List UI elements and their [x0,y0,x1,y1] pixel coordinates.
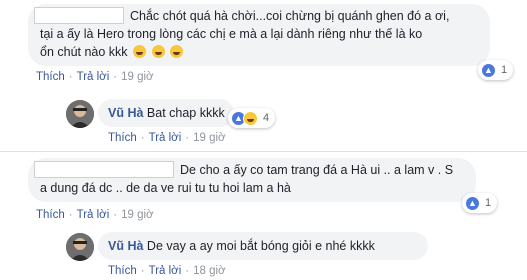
reply-text: Vũ Hà Bat chap kkkk [108,105,225,121]
avatar-image [66,233,94,261]
comment-actions: Thích · Trả lời · 19 giờ [108,132,226,144]
comment-actions: Thích · Trả lời · 18 giờ [108,265,226,277]
haha-icon [243,110,258,126]
like-icon: ▲ [481,62,496,78]
reaction-count: 1 [501,64,508,76]
divider [0,151,527,152]
reply-body: De vay a ay moi bắt bóng giỏi e nhé kkkk [146,239,375,253]
redacted-author-name [34,161,174,178]
reaction-summary[interactable]: ▲ 1 [478,60,514,80]
reply-link[interactable]: Trả lời [149,265,182,277]
laughing-tears-emoji [133,45,147,58]
timestamp[interactable]: 19 giờ [121,71,153,83]
reply-link[interactable]: Trả lời [77,71,110,83]
timestamp[interactable]: 19 giờ [193,132,225,144]
comment-text-line: a dung đá dc .. de da ve rui tu tu hoi l… [40,181,291,195]
laughing-tears-emoji [170,45,184,58]
reaction-count: 1 [485,197,492,209]
reply-body: Bat chap kkkk [146,106,225,120]
reply-link[interactable]: Trả lời [149,132,182,144]
comment-actions: Thích · Trả lời · 19 giờ [36,209,154,221]
reply-text: Vũ Hà De vay a ay moi bắt bóng giỏi e nh… [108,238,375,254]
reaction-count: 4 [263,112,270,124]
reaction-summary[interactable]: ▲ 4 [228,108,276,128]
avatar[interactable] [66,233,94,261]
comment-text-line: tại a ấy là Hero trong lòng các chị e mà… [40,27,423,41]
timestamp[interactable]: 19 giờ [121,209,153,221]
comment-text-line: ổn chút nào kkk [40,44,184,60]
author-name[interactable]: Vũ Hà [108,106,143,120]
laughing-tears-emoji [151,45,165,58]
reaction-summary[interactable]: ▲ 1 [462,193,498,213]
comment-text-line: Chắc chót quá hà chời...coi chừng bị quá… [130,9,450,23]
reply-link[interactable]: Trả lời [77,209,110,221]
avatar-image [66,100,94,128]
comment-text-fragment: ổn chút nào kkk [40,45,128,59]
comment-text-line: De cho a ấy co tam trang đá a Hà ui .. a… [180,163,454,177]
like-link[interactable]: Thích [36,71,65,83]
author-name[interactable]: Vũ Hà [108,239,143,253]
comment-actions: Thích · Trả lời · 19 giờ [36,71,154,83]
like-link[interactable]: Thích [36,209,65,221]
like-link[interactable]: Thích [108,132,137,144]
comment-thread: Chắc chót quá hà chời...coi chừng bị quá… [0,0,527,280]
like-icon: ▲ [465,195,480,211]
timestamp[interactable]: 18 giờ [193,265,225,277]
like-link[interactable]: Thích [108,265,137,277]
avatar[interactable] [66,100,94,128]
redacted-author-name [34,7,124,24]
